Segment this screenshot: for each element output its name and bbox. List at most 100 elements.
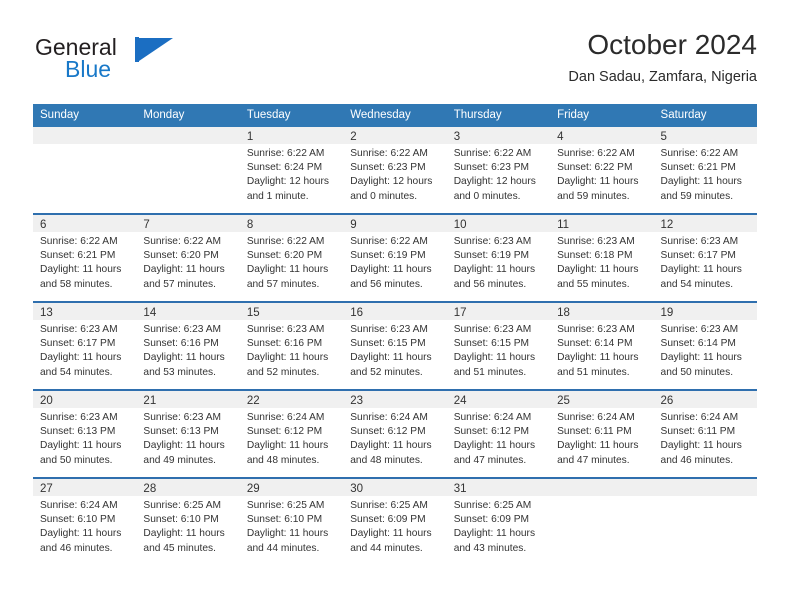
day-number-band: 30 bbox=[343, 479, 447, 496]
day-cell[interactable]: 24 Sunrise: 6:24 AM Sunset: 6:12 PM Dayl… bbox=[446, 391, 551, 477]
day-cell[interactable] bbox=[33, 127, 137, 213]
day-cell[interactable]: 6 Sunrise: 6:22 AM Sunset: 6:21 PM Dayli… bbox=[33, 215, 137, 301]
day-number: 5 bbox=[660, 131, 667, 143]
sunset-text: Sunset: 6:13 PM bbox=[40, 426, 116, 438]
day-details: Sunrise: 6:24 AM Sunset: 6:11 PM Dayligh… bbox=[654, 408, 757, 468]
daylight-text-line2: and 52 minutes. bbox=[246, 366, 320, 378]
day-number-band: 28 bbox=[136, 479, 240, 496]
daylight-text-line1: Daylight: 11 hours bbox=[40, 440, 122, 452]
day-number: 21 bbox=[143, 395, 157, 407]
day-cell[interactable]: 27 Sunrise: 6:24 AM Sunset: 6:10 PM Dayl… bbox=[33, 479, 137, 567]
daylight-text-line2: and 1 minute. bbox=[246, 190, 309, 202]
daylight-text-line2: and 58 minutes. bbox=[40, 278, 113, 290]
day-cell[interactable]: 22 Sunrise: 6:24 AM Sunset: 6:12 PM Dayl… bbox=[239, 391, 344, 477]
sunset-text: Sunset: 6:15 PM bbox=[350, 338, 426, 350]
page-header: General Blue October 2024 Dan Sadau, Zam… bbox=[35, 28, 757, 100]
calendar-week-row: 13 Sunrise: 6:23 AM Sunset: 6:17 PM Dayl… bbox=[33, 303, 757, 391]
day-number: 4 bbox=[557, 131, 564, 143]
day-cell[interactable]: 30 Sunrise: 6:25 AM Sunset: 6:09 PM Dayl… bbox=[343, 479, 447, 567]
day-details: Sunrise: 6:22 AM Sunset: 6:24 PM Dayligh… bbox=[240, 144, 343, 204]
day-cell[interactable]: 12 Sunrise: 6:23 AM Sunset: 6:17 PM Dayl… bbox=[653, 215, 757, 301]
day-cell[interactable] bbox=[136, 127, 240, 213]
day-cell[interactable]: 15 Sunrise: 6:23 AM Sunset: 6:16 PM Dayl… bbox=[239, 303, 344, 389]
daylight-text-line2: and 49 minutes. bbox=[143, 454, 216, 466]
daylight-text-line2: and 44 minutes. bbox=[350, 542, 423, 554]
sunrise-text: Sunrise: 6:23 AM bbox=[143, 412, 222, 423]
day-details: Sunrise: 6:25 AM Sunset: 6:09 PM Dayligh… bbox=[343, 496, 446, 556]
sunrise-text: Sunrise: 6:23 AM bbox=[40, 324, 118, 335]
sunrise-text: Sunrise: 6:23 AM bbox=[557, 236, 635, 247]
daylight-text-line1: Daylight: 11 hours bbox=[557, 264, 639, 276]
daylight-text-line1: Daylight: 11 hours bbox=[246, 352, 329, 364]
sunrise-text: Sunrise: 6:22 AM bbox=[40, 236, 118, 247]
page-title: October 2024 bbox=[587, 29, 757, 60]
daylight-text-line1: Daylight: 11 hours bbox=[557, 176, 639, 188]
day-cell[interactable]: 23 Sunrise: 6:24 AM Sunset: 6:12 PM Dayl… bbox=[343, 391, 447, 477]
day-number: 19 bbox=[660, 307, 674, 319]
day-number: 1 bbox=[246, 131, 254, 143]
day-cell[interactable]: 25 Sunrise: 6:24 AM Sunset: 6:11 PM Dayl… bbox=[550, 391, 654, 477]
day-number-band: 10 bbox=[446, 215, 551, 232]
day-cell[interactable] bbox=[653, 479, 757, 567]
day-cell[interactable]: 29 Sunrise: 6:25 AM Sunset: 6:10 PM Dayl… bbox=[239, 479, 344, 567]
sunrise-text: Sunrise: 6:23 AM bbox=[660, 324, 739, 335]
day-cell[interactable]: 14 Sunrise: 6:23 AM Sunset: 6:16 PM Dayl… bbox=[136, 303, 240, 389]
day-number: 14 bbox=[143, 307, 157, 319]
day-cell[interactable]: 28 Sunrise: 6:25 AM Sunset: 6:10 PM Dayl… bbox=[136, 479, 240, 567]
sunrise-text: Sunrise: 6:23 AM bbox=[660, 236, 739, 247]
day-number-band: 22 bbox=[239, 391, 344, 408]
sunset-text: Sunset: 6:10 PM bbox=[246, 514, 323, 526]
day-number-band: 2 bbox=[343, 127, 447, 144]
sunset-text: Sunset: 6:12 PM bbox=[350, 426, 426, 438]
day-number-band: 4 bbox=[550, 127, 654, 144]
daylight-text-line1: Daylight: 11 hours bbox=[143, 440, 225, 452]
day-details: Sunrise: 6:23 AM Sunset: 6:15 PM Dayligh… bbox=[447, 320, 550, 380]
day-number: 8 bbox=[246, 219, 254, 231]
sunrise-text: Sunrise: 6:23 AM bbox=[453, 324, 532, 335]
day-cell[interactable]: 19 Sunrise: 6:23 AM Sunset: 6:14 PM Dayl… bbox=[653, 303, 757, 389]
general-blue-logo[interactable]: General Blue bbox=[35, 34, 255, 92]
day-cell[interactable] bbox=[550, 479, 654, 567]
sunset-text: Sunset: 6:20 PM bbox=[246, 250, 323, 262]
sunset-text: Sunset: 6:14 PM bbox=[660, 338, 736, 350]
day-cell[interactable]: 3 Sunrise: 6:22 AM Sunset: 6:23 PM Dayli… bbox=[446, 127, 551, 213]
day-cell[interactable]: 9 Sunrise: 6:22 AM Sunset: 6:19 PM Dayli… bbox=[343, 215, 447, 301]
sunset-text: Sunset: 6:09 PM bbox=[453, 514, 530, 526]
day-cell[interactable]: 18 Sunrise: 6:23 AM Sunset: 6:14 PM Dayl… bbox=[550, 303, 654, 389]
day-number: 22 bbox=[246, 395, 260, 407]
daylight-text-line2: and 59 minutes. bbox=[660, 190, 734, 202]
day-cell[interactable]: 13 Sunrise: 6:23 AM Sunset: 6:17 PM Dayl… bbox=[33, 303, 137, 389]
day-cell[interactable]: 21 Sunrise: 6:23 AM Sunset: 6:13 PM Dayl… bbox=[136, 391, 240, 477]
sunset-text: Sunset: 6:12 PM bbox=[246, 426, 323, 438]
day-cell[interactable]: 26 Sunrise: 6:24 AM Sunset: 6:11 PM Dayl… bbox=[653, 391, 757, 477]
day-cell[interactable]: 1 Sunrise: 6:22 AM Sunset: 6:24 PM Dayli… bbox=[239, 127, 344, 213]
daylight-text-line1: Daylight: 11 hours bbox=[40, 264, 122, 276]
day-number: 16 bbox=[350, 307, 364, 319]
day-number-band: 9 bbox=[343, 215, 447, 232]
day-cell[interactable]: 20 Sunrise: 6:23 AM Sunset: 6:13 PM Dayl… bbox=[33, 391, 137, 477]
day-details bbox=[550, 496, 653, 499]
day-cell[interactable]: 4 Sunrise: 6:22 AM Sunset: 6:22 PM Dayli… bbox=[550, 127, 654, 213]
day-cell[interactable]: 2 Sunrise: 6:22 AM Sunset: 6:23 PM Dayli… bbox=[343, 127, 447, 213]
day-details: Sunrise: 6:24 AM Sunset: 6:12 PM Dayligh… bbox=[240, 408, 343, 468]
day-cell[interactable]: 10 Sunrise: 6:23 AM Sunset: 6:19 PM Dayl… bbox=[446, 215, 551, 301]
weekday-header-saturday: Saturday bbox=[660, 109, 707, 121]
day-cell[interactable]: 11 Sunrise: 6:23 AM Sunset: 6:18 PM Dayl… bbox=[550, 215, 654, 301]
daylight-text-line1: Daylight: 11 hours bbox=[453, 264, 536, 276]
sunset-text: Sunset: 6:20 PM bbox=[143, 250, 219, 262]
daylight-text-line2: and 51 minutes. bbox=[557, 366, 630, 378]
day-number-band: 19 bbox=[653, 303, 757, 320]
daylight-text-line1: Daylight: 11 hours bbox=[350, 528, 432, 540]
day-cell[interactable]: 31 Sunrise: 6:25 AM Sunset: 6:09 PM Dayl… bbox=[446, 479, 551, 567]
day-cell[interactable]: 7 Sunrise: 6:22 AM Sunset: 6:20 PM Dayli… bbox=[136, 215, 240, 301]
sunset-text: Sunset: 6:23 PM bbox=[350, 162, 426, 174]
day-cell[interactable]: 5 Sunrise: 6:22 AM Sunset: 6:21 PM Dayli… bbox=[653, 127, 757, 213]
day-cell[interactable]: 16 Sunrise: 6:23 AM Sunset: 6:15 PM Dayl… bbox=[343, 303, 447, 389]
title-block: October 2024 Dan Sadau, Zamfara, Nigeria bbox=[568, 28, 757, 88]
daylight-text-line1: Daylight: 11 hours bbox=[660, 352, 742, 364]
sunrise-text: Sunrise: 6:23 AM bbox=[453, 236, 532, 247]
day-cell[interactable]: 17 Sunrise: 6:23 AM Sunset: 6:15 PM Dayl… bbox=[446, 303, 551, 389]
day-number-band: 26 bbox=[653, 391, 757, 408]
day-number-band: 31 bbox=[446, 479, 551, 496]
day-cell[interactable]: 8 Sunrise: 6:22 AM Sunset: 6:20 PM Dayli… bbox=[239, 215, 344, 301]
